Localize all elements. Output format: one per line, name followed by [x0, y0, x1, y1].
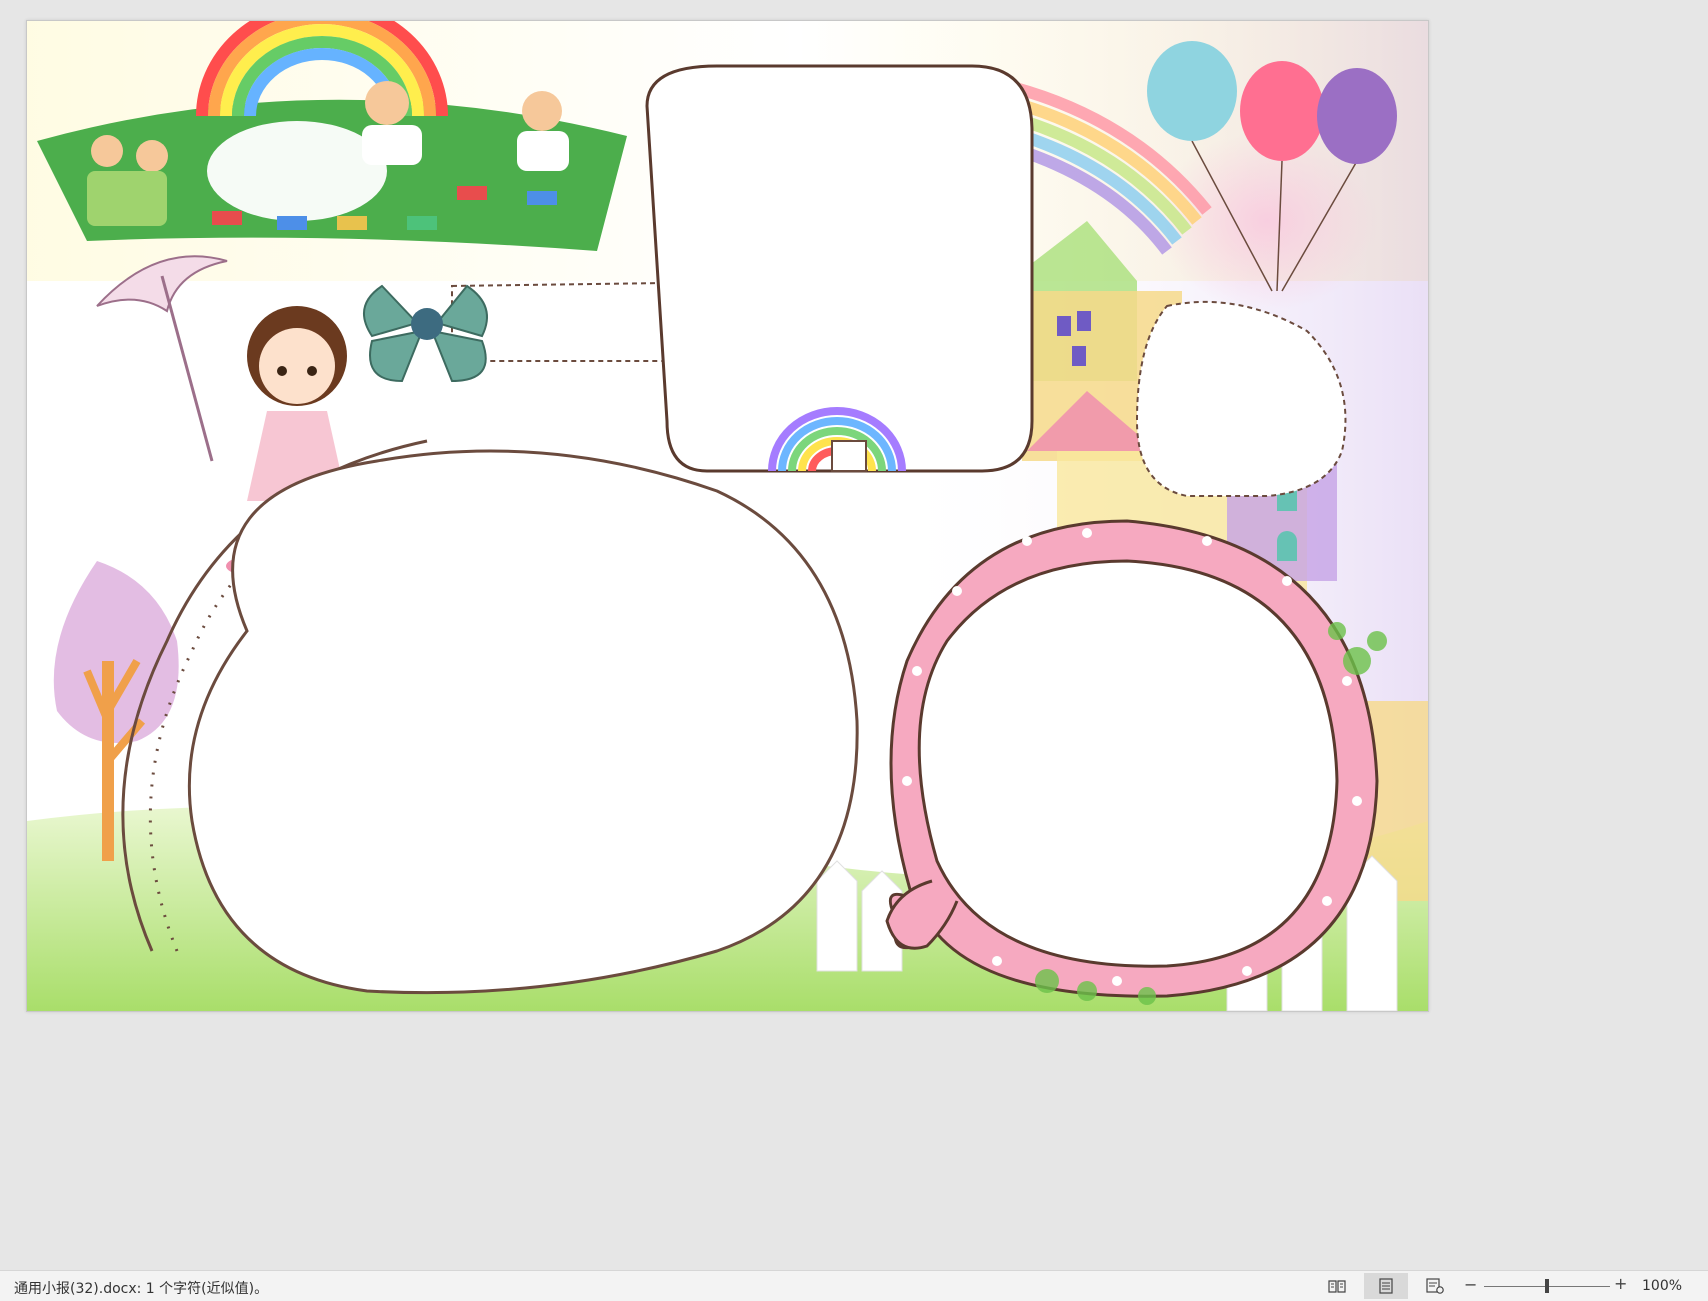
page-layout-icon	[1379, 1278, 1393, 1294]
book-icon	[1328, 1280, 1346, 1293]
print-layout-button[interactable]	[1364, 1273, 1408, 1299]
document-status-text: 通用小报(32).docx: 1 个字符(近似值)。	[14, 1281, 269, 1297]
status-bar: 通用小报(32).docx: 1 个字符(近似值)。 − + 100%	[0, 1270, 1708, 1301]
pink-mirror-frame	[885, 519, 1379, 998]
zoom-slider-thumb[interactable]	[1545, 1279, 1549, 1293]
zoom-in-button[interactable]: +	[1614, 1274, 1627, 1293]
web-layout-icon	[1426, 1278, 1444, 1294]
web-layout-button[interactable]	[1413, 1273, 1457, 1299]
document-area[interactable]	[0, 0, 1708, 1270]
newspaper-template-artwork	[27, 21, 1428, 1011]
zoom-level[interactable]: 100%	[1642, 1278, 1682, 1294]
zoom-out-button[interactable]: −	[1464, 1275, 1477, 1294]
large-round-frame	[187, 449, 859, 995]
document-page[interactable]	[26, 20, 1429, 1012]
read-mode-button[interactable]	[1315, 1273, 1359, 1299]
